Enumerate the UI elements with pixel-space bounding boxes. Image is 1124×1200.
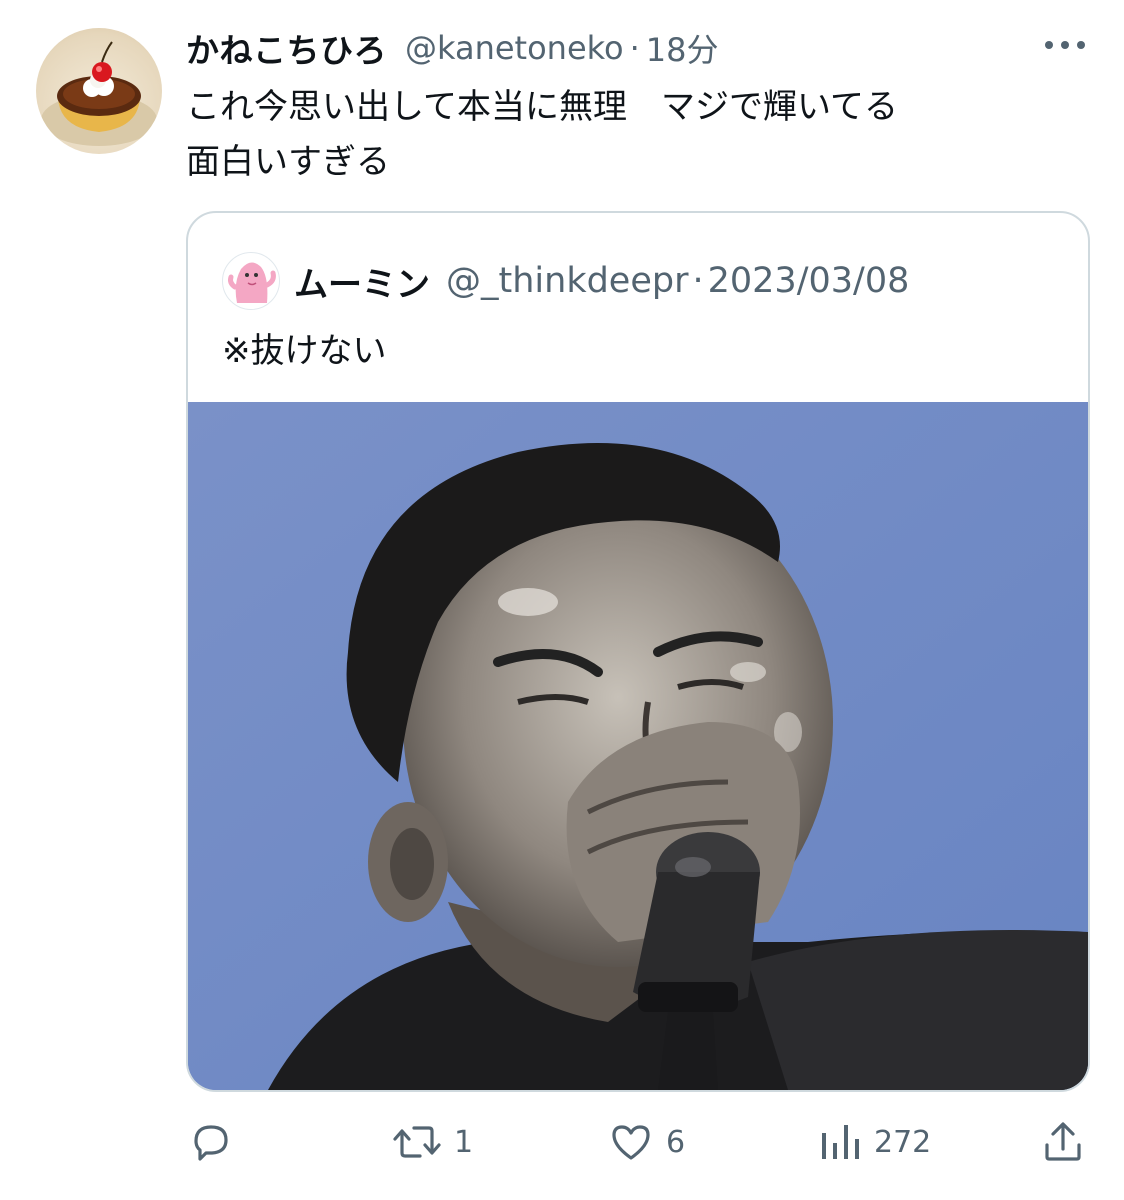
like-button[interactable]: 6	[608, 1110, 685, 1174]
quoted-author-avatar[interactable]	[222, 252, 280, 310]
quoted-separator-dot: ·	[692, 261, 704, 301]
separator-dot: ·	[629, 29, 640, 67]
retweet-count: 1	[454, 1124, 474, 1160]
views-count: 272	[874, 1124, 932, 1160]
views-button[interactable]: 272	[816, 1110, 931, 1174]
share-button[interactable]	[1040, 1110, 1086, 1174]
quoted-author-display-name[interactable]: ムーミン	[294, 257, 430, 306]
tweet-header: かねこちひろ @kanetoneko · 18分	[186, 26, 719, 70]
quoted-tweet-date[interactable]: 2023/03/08	[708, 261, 910, 301]
quoted-tweet-photo[interactable]	[188, 402, 1088, 1090]
quoted-author-handle[interactable]: @_thinkdeepr	[446, 261, 688, 301]
more-dots-icon	[1045, 41, 1085, 49]
tweet-time[interactable]: 18分	[646, 25, 719, 71]
heart-icon	[612, 1125, 650, 1160]
pudding-avatar-icon	[41, 41, 157, 146]
quoted-tweet-header: ムーミン @_thinkdeepr · 2023/03/08	[222, 252, 910, 310]
author-display-name[interactable]: かねこちひろ	[186, 24, 387, 72]
reply-icon	[194, 1125, 228, 1161]
share-icon	[1045, 1122, 1081, 1161]
reply-button[interactable]	[188, 1110, 246, 1174]
tweet-text: これ今思い出して本当に無理 マジで輝いてる 面白いすぎる	[186, 87, 898, 182]
like-count: 6	[666, 1124, 686, 1160]
author-avatar[interactable]	[36, 28, 162, 154]
quoted-tweet-text: ※抜けない	[222, 331, 387, 371]
views-icon	[822, 1125, 859, 1159]
pink-character-avatar-icon	[228, 262, 276, 303]
tweet-action-bar: 1 6 272	[0, 1110, 1124, 1174]
photo-singer-with-microphone	[188, 402, 1088, 1090]
author-handle[interactable]: @kanetoneko	[405, 29, 624, 67]
more-options-button[interactable]	[1040, 30, 1090, 60]
quoted-tweet-card[interactable]: ムーミン @_thinkdeepr · 2023/03/08 ※抜けない	[186, 211, 1090, 1092]
retweet-button[interactable]: 1	[392, 1110, 473, 1174]
retweet-icon	[393, 1126, 441, 1158]
